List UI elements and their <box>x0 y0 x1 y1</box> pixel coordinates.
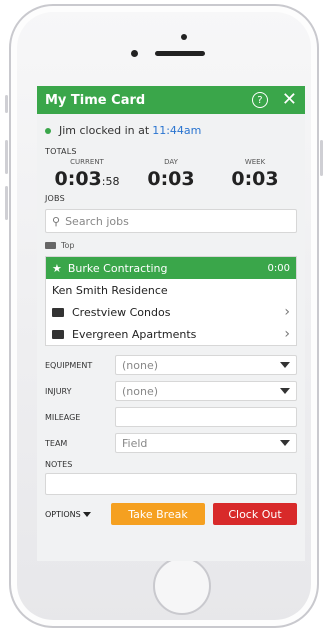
day-total: DAY 0:03 <box>131 158 211 190</box>
take-break-button[interactable]: Take Break <box>111 503 205 525</box>
page-title: My Time Card <box>45 92 146 108</box>
close-icon[interactable]: ✕ <box>282 91 297 109</box>
day-label: DAY <box>164 158 178 166</box>
notes-field[interactable] <box>45 473 297 495</box>
team-value: Field <box>122 436 148 450</box>
power-button[interactable] <box>320 140 323 176</box>
mute-switch[interactable] <box>5 95 8 113</box>
mileage-label: MILEAGE <box>45 412 81 422</box>
week-label: WEEK <box>244 158 266 166</box>
caret-down-icon <box>280 440 290 446</box>
mileage-field[interactable] <box>115 407 297 427</box>
jobs-list: ★ Burke Contracting 0:00 Ken Smith Resid… <box>45 256 297 346</box>
injury-value: (none) <box>122 384 159 398</box>
chevron-right-icon: › <box>284 326 290 342</box>
week-total: WEEK 0:03 <box>215 158 295 190</box>
volume-down-button[interactable] <box>5 186 8 220</box>
home-button[interactable] <box>153 557 211 615</box>
active-job-duration: 0:00 <box>267 262 290 274</box>
totals-label: TOTALS <box>45 147 77 156</box>
folder-icon <box>45 242 56 249</box>
day-value: 0:03 <box>147 168 195 190</box>
caret-down-icon <box>280 388 290 394</box>
job-name: Evergreen Apartments <box>72 327 197 341</box>
mileage-row: MILEAGE <box>37 404 305 430</box>
totals-panel: CURRENT 0:03:58 DAY 0:03 WEEK 0:03 <box>37 158 305 190</box>
chevron-right-icon: › <box>284 304 290 320</box>
jobs-label: JOBS <box>45 194 65 203</box>
team-select[interactable]: Field <box>115 433 297 453</box>
caret-down-icon <box>82 511 91 517</box>
equipment-row: EQUIPMENT (none) <box>37 352 305 378</box>
list-item[interactable]: Ken Smith Residence <box>46 279 296 301</box>
job-name: Crestview Condos <box>72 305 171 319</box>
active-job-name: Burke Contracting <box>67 261 168 275</box>
equipment-label: EQUIPMENT <box>45 360 93 370</box>
team-label: TEAM <box>45 438 68 448</box>
injury-select[interactable]: (none) <box>115 381 297 401</box>
help-icon[interactable]: ? <box>251 92 268 108</box>
current-label: CURRENT <box>70 158 104 166</box>
search-icon: ⚲ <box>52 214 61 228</box>
list-item[interactable]: Crestview Condos › <box>46 301 296 323</box>
camera <box>181 34 187 40</box>
clock-status: Jim clocked in at 11:44am <box>37 114 305 143</box>
search-input[interactable]: ⚲ Search jobs <box>45 209 297 233</box>
top-label: Top <box>61 241 75 250</box>
clock-out-button[interactable]: Clock Out <box>213 503 297 525</box>
current-seconds: :58 <box>101 175 120 188</box>
equipment-value: (none) <box>122 358 159 372</box>
options-menu[interactable]: OPTIONS <box>45 510 111 519</box>
front-sensor <box>131 50 138 57</box>
week-value: 0:03 <box>231 168 279 190</box>
current-total: CURRENT 0:03:58 <box>47 158 127 190</box>
action-bar: OPTIONS Take Break Clock Out <box>37 495 305 525</box>
job-name: Ken Smith Residence <box>52 283 168 297</box>
top-folder-link[interactable]: Top <box>37 237 305 254</box>
current-value: 0:03 <box>54 168 102 190</box>
injury-row: INJURY (none) <box>37 378 305 404</box>
clock-in-time[interactable]: 11:44am <box>152 124 201 137</box>
status-text: Jim clocked in at <box>59 124 150 137</box>
earpiece-speaker <box>155 51 205 56</box>
status-dot-icon <box>45 127 51 134</box>
equipment-select[interactable]: (none) <box>115 355 297 375</box>
folder-icon <box>52 307 64 317</box>
app-screen: My Time Card ? ✕ Jim clocked in at 11:44… <box>37 86 305 561</box>
options-label: OPTIONS <box>45 509 81 519</box>
volume-up-button[interactable] <box>5 140 8 174</box>
notes-label: NOTES <box>45 460 73 469</box>
team-row: TEAM Field <box>37 430 305 456</box>
star-icon: ★ <box>52 261 62 275</box>
title-bar: My Time Card ? ✕ <box>37 86 305 114</box>
caret-down-icon <box>280 362 290 368</box>
injury-label: INJURY <box>45 386 72 396</box>
folder-icon <box>52 329 64 339</box>
search-placeholder: Search jobs <box>65 214 129 228</box>
list-item[interactable]: Evergreen Apartments › <box>46 323 296 345</box>
active-job-row[interactable]: ★ Burke Contracting 0:00 <box>46 257 296 279</box>
